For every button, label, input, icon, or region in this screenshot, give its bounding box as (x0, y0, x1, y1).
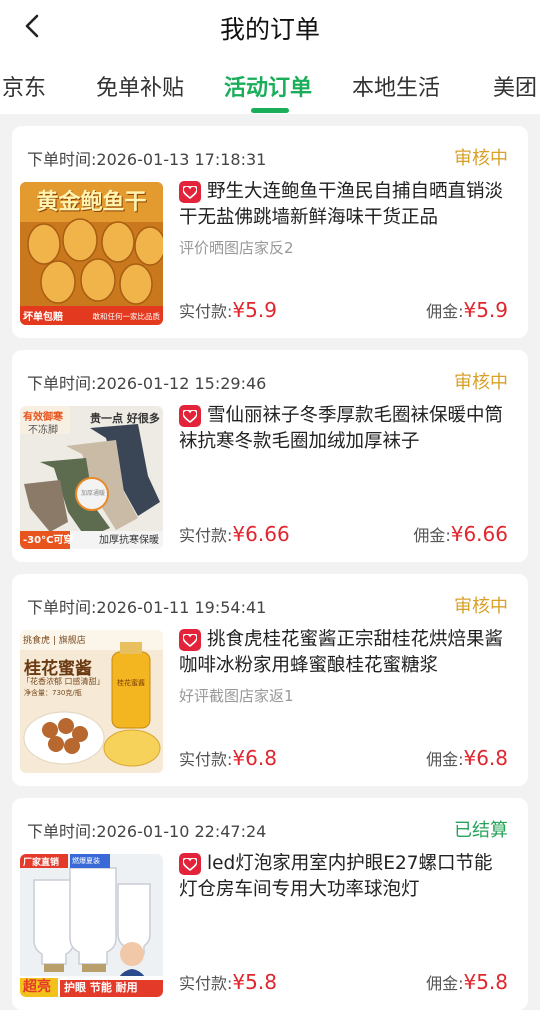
status-badge: 审核中 (454, 372, 508, 393)
page-title: 我的订单 (219, 15, 320, 44)
commission-value: ¥5.9 (463, 298, 508, 322)
paid-label: 实付款: (179, 974, 233, 993)
image-caption: 厂家直销 (23, 858, 60, 868)
commission-label: 佣金: (426, 302, 464, 321)
order-card[interactable]: 下单时间:2026-01-13 17:18:31 审核中 黄金鲍鱼干 坏单包赔 … (12, 126, 528, 338)
paid-amount: 实付款:¥6.66 (179, 522, 290, 546)
image-caption: 加厚抗寒保暖 (99, 535, 159, 546)
order-card[interactable]: 下单时间:2026-01-10 22:47:24 已结算 厂家直销 燃爆夏装 超… (12, 798, 528, 1010)
product-image[interactable]: 挑食虎 | 旗舰店 桂花蜜酱 「花香浓郁 口感清甜」 净含量：730克/瓶 桂花… (20, 630, 163, 773)
commission-amount: 佣金:¥5.8 (426, 970, 508, 994)
paid-amount: 实付款:¥6.8 (179, 746, 277, 770)
product-image[interactable]: 黄金鲍鱼干 坏单包赔 敢和任何一家比品质 (20, 182, 163, 325)
order-time: 下单时间:2026-01-11 19:54:41 (27, 598, 267, 617)
commission-label: 佣金: (413, 526, 451, 545)
paid-label: 实付款: (179, 302, 233, 321)
paid-amount: 实付款:¥5.8 (179, 970, 277, 994)
top-bar: 我的订单 (0, 0, 540, 52)
commission-amount: 佣金:¥5.9 (426, 298, 508, 322)
tab-free-subsidy[interactable]: 免单补贴 (96, 70, 184, 102)
active-tab-indicator (251, 108, 289, 113)
paid-value: ¥5.9 (232, 298, 277, 322)
paid-label: 实付款: (179, 526, 233, 545)
tab-jd[interactable]: 京东 (2, 70, 46, 102)
image-caption: 「花香浓郁 口感清甜」 (22, 677, 105, 686)
image-caption: 坏单包赔 (23, 312, 63, 323)
image-caption: 挑食虎 | 旗舰店 (23, 636, 86, 646)
jar-label: 桂花蜜酱 (117, 679, 145, 687)
commission-label: 佣金: (426, 750, 464, 769)
product-image[interactable]: 厂家直销 燃爆夏装 超亮 护眼 节能 耐用 (20, 854, 163, 997)
order-note: 好评截图店家返1 (179, 687, 294, 705)
commission-amount: 佣金:¥6.8 (426, 746, 508, 770)
commission-value: ¥5.8 (463, 970, 508, 994)
commission-amount: 佣金:¥6.66 (413, 522, 508, 546)
tab-activity-orders[interactable]: 活动订单 (224, 70, 312, 102)
paid-value: ¥6.8 (232, 746, 277, 770)
image-caption: 超亮 (23, 979, 51, 995)
tab-local-life[interactable]: 本地生活 (352, 70, 440, 102)
image-caption: 净含量：730克/瓶 (24, 689, 82, 697)
product-title[interactable]: 野生大连鲍鱼干渔民自捕自晒直销淡干无盐佛跳墙新鲜海味干货正品 (179, 179, 509, 231)
order-note: 评价晒图店家反2 (179, 239, 294, 257)
status-badge: 已结算 (454, 820, 508, 841)
commission-value: ¥6.66 (450, 522, 508, 546)
image-badge: 加厚通暖 (80, 490, 105, 497)
commission-label: 佣金: (426, 974, 464, 993)
order-card[interactable]: 下单时间:2026-01-11 19:54:41 审核中 挑食虎 | 旗舰店 桂… (12, 574, 528, 786)
product-title[interactable]: 雪仙丽袜子冬季厚款毛圈袜保暖中筒袜抗寒冬款毛圈加绒加厚袜子 (179, 403, 509, 455)
image-caption: 敢和任何一家比品质 (92, 312, 161, 321)
image-caption: 燃爆夏装 (72, 857, 100, 865)
image-caption: -30°C可穿 (23, 535, 74, 546)
paid-value: ¥6.66 (232, 522, 290, 546)
order-tabs: 京东 免单补贴 活动订单 本地生活 美团 (0, 52, 540, 114)
product-title[interactable]: 挑食虎桂花蜜酱正宗甜桂花烘焙果酱咖啡冰粉家用蜂蜜酿桂花蜜糖浆 (179, 627, 509, 679)
paid-amount: 实付款:¥5.9 (179, 298, 277, 322)
paid-value: ¥5.8 (232, 970, 277, 994)
product-image[interactable]: 有效御寒 不冻脚 贵一点 好很多 加厚通暖 -30°C可穿 加厚抗寒保暖 (20, 406, 163, 549)
commission-value: ¥6.8 (463, 746, 508, 770)
image-headline: 黄金鲍鱼干 (36, 190, 147, 215)
paid-label: 实付款: (179, 750, 233, 769)
image-caption: 护眼 节能 耐用 (64, 981, 138, 994)
order-time: 下单时间:2026-01-13 17:18:31 (27, 150, 267, 169)
product-title[interactable]: led灯泡家用室内护眼E27螺口节能灯仓房车间专用大功率球泡灯 (179, 851, 509, 903)
order-time: 下单时间:2026-01-10 22:47:24 (27, 822, 267, 841)
image-caption: 不冻脚 (28, 425, 58, 436)
tab-meituan[interactable]: 美团 (493, 70, 537, 102)
order-card[interactable]: 下单时间:2026-01-12 15:29:46 审核中 有效御寒 不冻脚 贵一… (12, 350, 528, 562)
order-time: 下单时间:2026-01-12 15:29:46 (27, 374, 267, 393)
status-badge: 审核中 (454, 148, 508, 169)
status-badge: 审核中 (454, 596, 508, 617)
image-caption: 贵一点 好很多 (90, 412, 160, 425)
